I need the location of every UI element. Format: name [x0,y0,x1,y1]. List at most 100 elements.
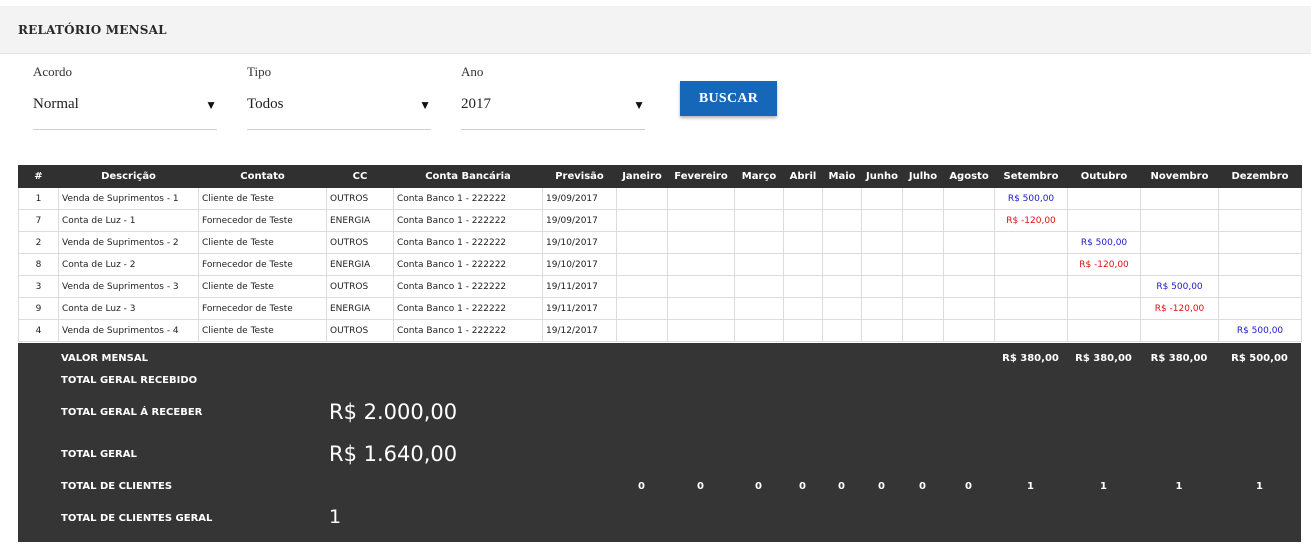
month-cell-empty [734,187,784,210]
table-row: 3 Venda de Suprimentos - 3 Cliente de Test… [18,275,1302,298]
row-amount: R$ 500,00 [1236,325,1284,336]
row-previsao: 19/12/2017 [542,319,617,342]
column-header: # [18,165,59,188]
month-cell-empty [861,209,903,232]
row-previsao: 19/11/2017 [542,275,617,298]
month-cell-empty [822,319,862,342]
table-row: 2 Venda de Suprimentos - 2 Cliente de Test… [18,231,1302,254]
valor-mensal-value: R$ 500,00 [1231,353,1288,364]
total-clientes-value: 1 [1256,481,1263,492]
row-cc: ENERGIA [326,297,394,320]
row-contato: Cliente de Teste [198,187,327,210]
month-cell-empty [822,187,862,210]
month-cell: R$ -120,00 [1140,297,1219,320]
column-header: Julho [902,165,944,188]
row-descricao: Conta de Luz - 1 [58,209,199,232]
month-cell-empty [822,253,862,276]
row-previsao: 19/11/2017 [542,297,617,320]
row-amount: R$ 500,00 [1080,237,1128,248]
filter-acordo: Acordo Normal ▼ [33,62,217,130]
filter-ano-label: Ano [461,64,484,79]
total-geral-label: TOTAL GERAL [61,449,137,460]
row-cc: OUTROS [326,319,394,342]
total-receber-value: R$ 2.000,00 [329,400,458,424]
row-contato: Cliente de Teste [198,275,327,298]
month-cell-empty [861,275,903,298]
month-cell-empty [1067,275,1141,298]
column-header: Março [734,165,784,188]
month-cell-empty [1218,187,1302,210]
column-header: Dezembro [1218,165,1302,188]
month-cell-empty [783,253,823,276]
row-amount: R$ -120,00 [1154,303,1205,314]
month-cell-empty [667,275,735,298]
row-contato: Fornecedor de Teste [198,297,327,320]
month-cell-empty [1067,209,1141,232]
month-cell-empty [734,209,784,232]
month-cell-empty [1218,253,1302,276]
valor-mensal-label: VALOR MENSAL [61,353,148,364]
month-cell-empty [861,253,903,276]
table-row: 9 Conta de Luz - 3 Fornecedor de Teste ENER… [18,297,1302,320]
month-cell: R$ -120,00 [1067,253,1141,276]
tipo-select[interactable]: Todos ▼ [247,82,431,130]
row-amount: R$ 500,00 [1156,281,1203,292]
month-cell-empty [943,319,995,342]
row-contato: Cliente de Teste [198,319,327,342]
chevron-down-icon: ▼ [205,98,217,112]
month-cell-empty [943,253,995,276]
month-cell-empty [943,187,995,210]
month-cell-empty [667,187,735,210]
chevron-down-icon: ▼ [633,98,645,112]
month-cell-empty [902,275,944,298]
column-header: Novembro [1140,165,1219,188]
total-clientes-geral-label: TOTAL DE CLIENTES GERAL [61,513,213,524]
row-conta: Conta Banco 1 - 222222 [393,297,543,320]
month-cell-empty [783,209,823,232]
month-cell-empty [616,275,668,298]
month-cell: R$ 500,00 [1218,319,1302,342]
row-id: 2 [18,231,59,254]
column-header: Agosto [943,165,995,188]
column-header: Abril [783,165,823,188]
table-body: 1 Venda de Suprimentos - 1 Cliente de Test… [18,187,1302,342]
month-cell-empty [902,187,944,210]
buscar-button[interactable]: BUSCAR [680,81,777,116]
month-cell-empty [994,231,1068,254]
month-cell-empty [861,187,903,210]
filter-tipo-label: Tipo [247,64,272,79]
row-id: 3 [18,275,59,298]
filter-acordo-label: Acordo [33,64,72,79]
month-cell-empty [667,231,735,254]
row-id: 8 [18,253,59,276]
filter-ano: Ano 2017 ▼ [461,62,645,130]
month-cell-empty [822,231,862,254]
row-previsao: 19/10/2017 [542,231,617,254]
month-cell-empty [994,253,1068,276]
total-clientes-value: 1 [1175,481,1183,492]
row-amount: R$ 500,00 [1007,193,1055,204]
row-cc: OUTROS [326,275,394,298]
row-descricao: Conta de Luz - 3 [58,297,199,320]
month-cell-empty [783,297,823,320]
month-cell-empty [861,319,903,342]
month-cell-empty [943,231,995,254]
row-conta: Conta Banco 1 - 222222 [393,319,543,342]
row-id: 9 [18,297,59,320]
report-table-container: # Descrição Contato CC Conta Bancária Previsã… [18,165,1302,342]
month-cell-empty [861,297,903,320]
acordo-select[interactable]: Normal ▼ [33,82,217,130]
month-cell-empty [783,319,823,342]
valor-mensal-value: R$ 380,00 [1075,353,1132,364]
chevron-down-icon: ▼ [419,98,431,112]
row-descricao: Venda de Suprimentos - 4 [58,319,199,342]
month-cell-empty [1218,231,1302,254]
column-header: Fevereiro [667,165,735,188]
row-conta: Conta Banco 1 - 222222 [393,275,543,298]
total-clientes-label: TOTAL DE CLIENTES [61,481,173,492]
month-cell-empty [1140,187,1219,210]
total-clientes-value: 1 [1027,481,1034,492]
ano-select[interactable]: 2017 ▼ [461,82,645,130]
row-cc: OUTROS [326,187,394,210]
total-clientes-geral-value: 1 [329,506,342,528]
